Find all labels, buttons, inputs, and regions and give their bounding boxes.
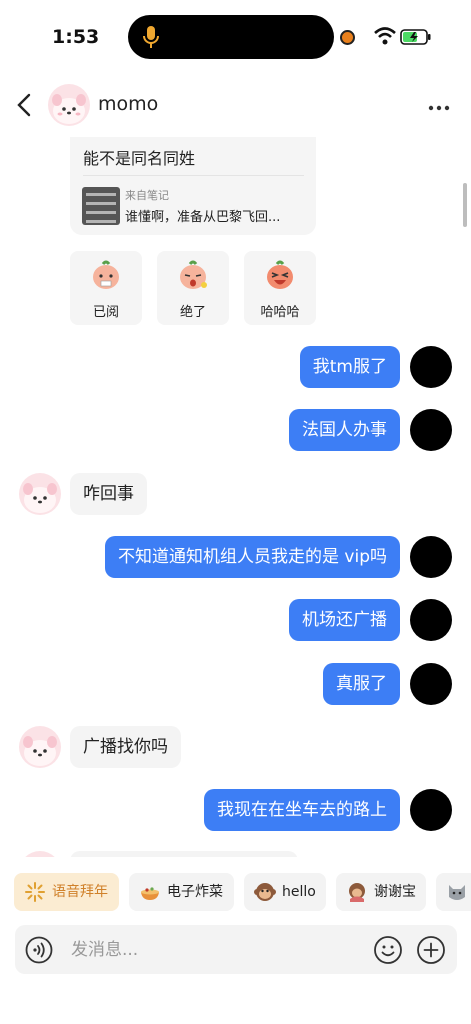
pink-dog-avatar-icon bbox=[23, 736, 57, 766]
peach-sticker-icon bbox=[180, 260, 207, 289]
quick-reply-label: 谢谢宝 bbox=[374, 884, 416, 900]
message-bubble-sent[interactable]: 法国人办事 bbox=[289, 409, 400, 451]
dish-icon bbox=[141, 887, 159, 900]
quick-reply-cat[interactable] bbox=[436, 873, 471, 911]
status-time: 1:53 bbox=[52, 26, 100, 48]
monkey-icon bbox=[254, 883, 276, 901]
contact-avatar[interactable] bbox=[48, 84, 90, 126]
quick-reply-voice-greeting[interactable]: 语音拜年 bbox=[14, 873, 119, 911]
my-avatar[interactable] bbox=[410, 346, 452, 388]
sticker-reply-amazing[interactable]: 绝了 bbox=[157, 251, 229, 325]
note-thumbnail bbox=[82, 187, 120, 225]
message-bubble-sent[interactable]: 不知道通知机组人员我走的是 vip吗 bbox=[105, 536, 400, 578]
sticker-label: 已阅 bbox=[92, 305, 119, 320]
back-arrow-icon[interactable] bbox=[14, 92, 36, 118]
status-bar: 1:53 bbox=[0, 0, 471, 75]
more-options-icon[interactable] bbox=[428, 105, 450, 111]
contact-name: momo bbox=[98, 93, 159, 115]
message-bubble-received-partial[interactable] bbox=[70, 851, 298, 857]
recording-indicator-icon bbox=[340, 30, 355, 45]
my-avatar[interactable] bbox=[410, 536, 452, 578]
quick-reply-hello[interactable]: hello bbox=[244, 873, 326, 911]
monkey-thanks-icon bbox=[349, 883, 365, 902]
battery-icon bbox=[400, 29, 431, 45]
message-bubble-sent[interactable]: 真服了 bbox=[323, 663, 400, 705]
message-bubble-received[interactable]: 咋回事 bbox=[70, 473, 147, 515]
quick-reply-label: 电子炸菜 bbox=[167, 884, 223, 900]
my-avatar[interactable] bbox=[410, 789, 452, 831]
voice-input-icon[interactable] bbox=[25, 936, 53, 964]
chat-message-list[interactable]: 能不是同名同姓 来自笔记 谁懂啊，准备从巴黎飞回... 已阅 绝了 哈哈哈 我t… bbox=[0, 137, 471, 857]
quick-reply-label: hello bbox=[282, 884, 316, 900]
divider bbox=[83, 175, 304, 176]
sticker-label: 哈哈哈 bbox=[260, 305, 300, 320]
microphone-icon bbox=[143, 26, 159, 48]
quick-reply-label: 语音拜年 bbox=[52, 884, 108, 900]
shared-note-card[interactable]: 能不是同名同姓 来自笔记 谁懂啊，准备从巴黎飞回... bbox=[70, 137, 316, 235]
message-bubble-sent[interactable]: 机场还广播 bbox=[289, 599, 400, 641]
quick-reply-bar: 语音拜年 电子炸菜 hello 谢谢宝 bbox=[0, 871, 471, 913]
message-bubble-sent[interactable]: 我现在在坐车去的路上 bbox=[204, 789, 400, 831]
message-bubble-received[interactable]: 广播找你吗 bbox=[70, 726, 181, 768]
wifi-icon bbox=[374, 27, 396, 45]
sparkle-icon bbox=[25, 882, 45, 902]
quick-reply-fried-dish[interactable]: 电子炸菜 bbox=[129, 873, 234, 911]
my-avatar[interactable] bbox=[410, 409, 452, 451]
peach-sticker-icon bbox=[93, 260, 119, 289]
contact-avatar[interactable] bbox=[19, 851, 61, 857]
note-source-label: 来自笔记 bbox=[125, 189, 169, 202]
pink-dog-avatar-icon bbox=[23, 483, 57, 513]
note-preview-text: 谁懂啊，准备从巴黎飞回... bbox=[125, 210, 281, 225]
message-bubble-sent[interactable]: 我tm服了 bbox=[299, 346, 400, 388]
sticker-reply-haha[interactable]: 哈哈哈 bbox=[244, 251, 316, 325]
cat-icon bbox=[449, 885, 465, 900]
chat-header: momo bbox=[0, 75, 471, 137]
my-avatar[interactable] bbox=[410, 663, 452, 705]
contact-avatar[interactable] bbox=[19, 473, 61, 515]
peach-sticker-icon bbox=[267, 260, 293, 289]
pink-dog-avatar-icon bbox=[52, 94, 86, 124]
quick-reply-thanks[interactable]: 谢谢宝 bbox=[336, 873, 426, 911]
contact-avatar[interactable] bbox=[19, 726, 61, 768]
message-input[interactable] bbox=[69, 933, 373, 967]
sticker-reply-read[interactable]: 已阅 bbox=[70, 251, 142, 325]
scrollbar[interactable] bbox=[463, 183, 467, 227]
add-attachment-icon[interactable] bbox=[416, 935, 446, 965]
sticker-label: 绝了 bbox=[179, 305, 206, 320]
message-input-bar bbox=[15, 925, 457, 974]
emoji-icon[interactable] bbox=[373, 935, 403, 965]
my-avatar[interactable] bbox=[410, 599, 452, 641]
note-card-title: 能不是同名同姓 bbox=[83, 149, 196, 168]
